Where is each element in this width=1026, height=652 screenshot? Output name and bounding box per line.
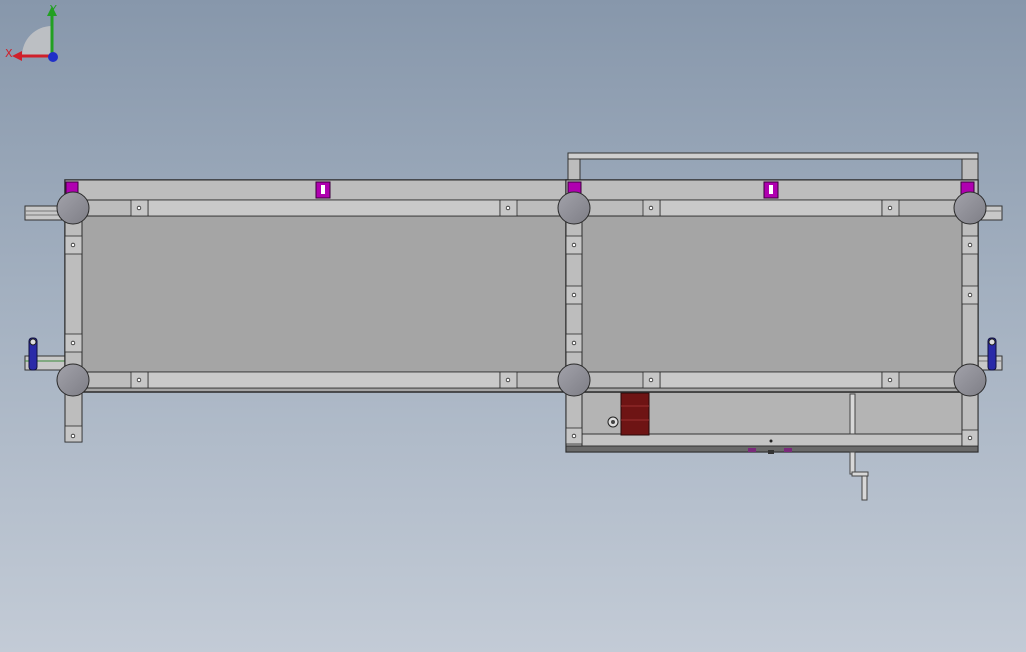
back-guard-rail <box>567 152 979 182</box>
conveyor-right-module <box>565 179 979 393</box>
x-axis-label: X <box>5 47 13 60</box>
z-axis-dot <box>48 52 58 62</box>
axis-triad: Y X <box>5 3 58 62</box>
model-viewport[interactable]: Y X <box>0 0 1026 652</box>
conveyor-model-drawing <box>24 152 1003 501</box>
y-axis-label: Y <box>49 3 57 16</box>
triad-plane <box>22 26 52 56</box>
